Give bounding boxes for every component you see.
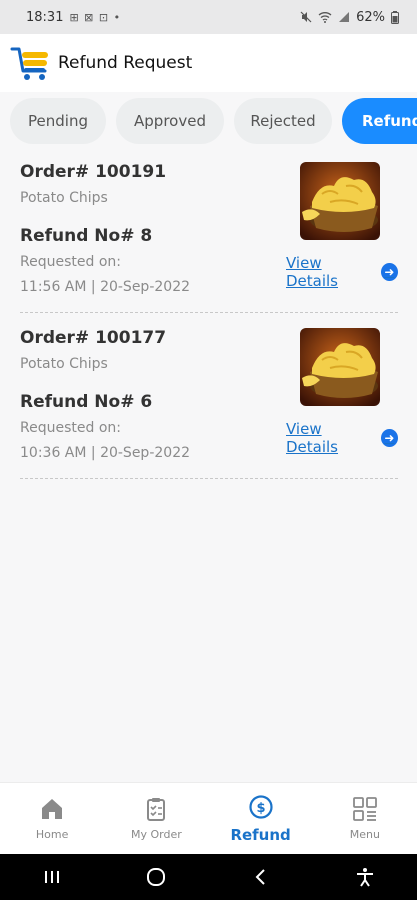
battery-icon bbox=[391, 10, 399, 24]
product-image bbox=[300, 328, 380, 406]
notification-icons: ⊞ ⊠ ⊡ • bbox=[69, 10, 122, 24]
requested-label: Requested on: bbox=[20, 254, 121, 270]
svg-text:$: $ bbox=[256, 801, 265, 816]
wifi-icon bbox=[318, 12, 332, 23]
nav-home-label: Home bbox=[35, 828, 69, 841]
nav-refund-label: Refund bbox=[230, 825, 291, 844]
order-card: Order# 100191 Potato Chips Refund No# 8 … bbox=[20, 162, 398, 328]
battery-level: 62% bbox=[356, 9, 385, 25]
nav-refund[interactable]: $ Refund bbox=[209, 783, 313, 854]
accessibility-button[interactable] bbox=[345, 859, 385, 895]
view-details-link[interactable]: View Details ➜ bbox=[286, 254, 398, 290]
signal-icon bbox=[339, 12, 350, 22]
nav-menu[interactable]: Menu bbox=[313, 783, 417, 854]
view-details-label: View Details bbox=[286, 254, 339, 290]
view-details-link[interactable]: View Details ➜ bbox=[286, 420, 398, 456]
dollar-refund-icon: $ bbox=[249, 794, 273, 819]
accessibility-icon bbox=[356, 868, 373, 887]
grid-menu-icon bbox=[352, 797, 377, 821]
cart-logo-icon bbox=[10, 47, 48, 80]
nav-home[interactable]: Home bbox=[0, 783, 104, 854]
order-number: Order# 100191 bbox=[20, 162, 167, 182]
arrow-right-circle-icon: ➜ bbox=[380, 429, 398, 447]
order-number: Order# 100177 bbox=[20, 328, 167, 348]
refund-number: Refund No# 8 bbox=[20, 226, 153, 246]
clipboard-icon bbox=[147, 798, 166, 821]
tab-refund[interactable]: Refund bbox=[342, 98, 417, 144]
view-details-label: View Details bbox=[286, 420, 339, 456]
recent-apps-button[interactable] bbox=[32, 859, 72, 895]
status-bar: 18:31 ⊞ ⊠ ⊡ • 62% bbox=[0, 0, 417, 34]
app-header: Refund Request bbox=[0, 34, 417, 92]
requested-time: 11:56 AM | 20-Sep-2022 bbox=[20, 279, 191, 295]
page-title: Refund Request bbox=[58, 53, 193, 73]
status-time: 18:31 bbox=[26, 9, 64, 25]
product-name: Potato Chips bbox=[20, 356, 108, 372]
home-icon bbox=[42, 799, 63, 819]
home-system-button[interactable] bbox=[136, 859, 176, 895]
recent-apps-icon bbox=[45, 871, 60, 883]
back-chevron-icon bbox=[255, 869, 265, 885]
status-tabs: Pending Approved Rejected Refund bbox=[0, 98, 417, 144]
back-button[interactable] bbox=[241, 859, 281, 895]
nav-my-order[interactable]: My Order bbox=[104, 783, 208, 854]
bottom-nav: Home My Order $ Refund Menu bbox=[0, 782, 417, 854]
nav-menu-label: Menu bbox=[349, 828, 380, 841]
divider bbox=[20, 478, 398, 479]
order-card: Order# 100177 Potato Chips Refund No# 6 … bbox=[20, 328, 398, 494]
tab-approved[interactable]: Approved bbox=[116, 98, 224, 144]
divider bbox=[20, 312, 398, 313]
home-circle-icon bbox=[147, 868, 166, 886]
tab-rejected[interactable]: Rejected bbox=[234, 98, 332, 144]
status-right: 62% bbox=[300, 10, 399, 25]
product-image bbox=[300, 162, 380, 240]
product-name: Potato Chips bbox=[20, 190, 108, 206]
status-left: 18:31 ⊞ ⊠ ⊡ • bbox=[26, 10, 121, 25]
arrow-right-circle-icon: ➜ bbox=[380, 263, 398, 281]
system-nav-bar bbox=[0, 854, 417, 900]
refund-number: Refund No# 6 bbox=[20, 392, 153, 412]
requested-time: 10:36 AM | 20-Sep-2022 bbox=[20, 445, 191, 461]
nav-my-order-label: My Order bbox=[130, 828, 182, 841]
requested-label: Requested on: bbox=[20, 420, 121, 436]
mute-icon bbox=[300, 11, 312, 23]
tab-pending[interactable]: Pending bbox=[10, 98, 106, 144]
